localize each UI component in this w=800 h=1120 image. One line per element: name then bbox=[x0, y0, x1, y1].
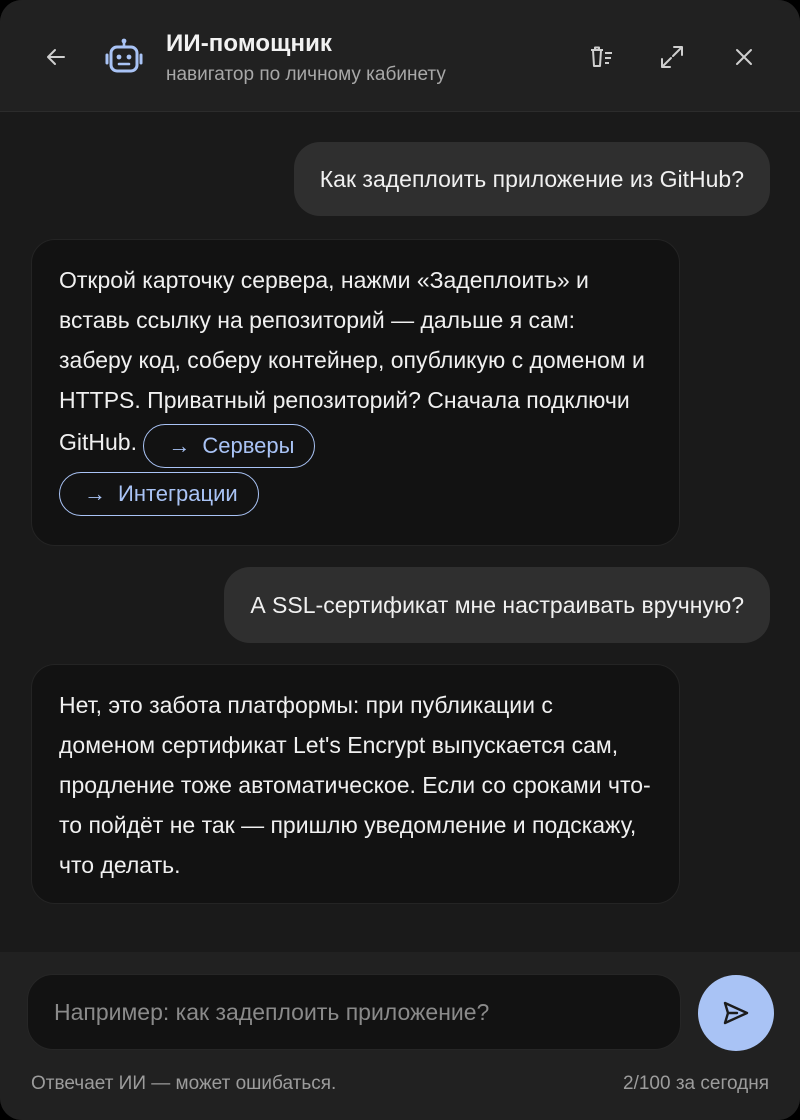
link-chip-integrations[interactable]: → Интеграции bbox=[59, 472, 259, 516]
close-icon bbox=[736, 49, 752, 65]
send-icon bbox=[723, 1001, 749, 1025]
assistant-message: Открой карточку сервера, нажми «Задеплои… bbox=[31, 239, 680, 546]
arrow-right-icon: → bbox=[168, 433, 191, 458]
ai-disclaimer: Отвечает ИИ — может ошибаться. bbox=[31, 1073, 337, 1094]
message-input-box[interactable] bbox=[27, 974, 681, 1050]
clear-history-button[interactable] bbox=[578, 35, 622, 79]
expand-icon bbox=[661, 46, 683, 68]
header: ИИ-помощник навигатор по личному кабинет… bbox=[0, 0, 800, 112]
message-text: А SSL-сертификат мне настраивать вручную… bbox=[250, 591, 744, 618]
link-chip-servers[interactable]: → Серверы bbox=[143, 424, 316, 468]
usage-counter: 2/100 за сегодня bbox=[623, 1073, 769, 1094]
message-input[interactable] bbox=[54, 998, 654, 1026]
assistant-subtitle: навигатор по личному кабинету bbox=[166, 64, 446, 85]
assistant-title: ИИ-помощник bbox=[166, 30, 333, 57]
send-button[interactable] bbox=[698, 975, 774, 1051]
message-text: Открой карточку сервера, нажми «Задеплои… bbox=[59, 267, 645, 456]
assistant-window: ИИ-помощник навигатор по личному кабинет… bbox=[0, 0, 800, 1120]
user-message: А SSL-сертификат мне настраивать вручную… bbox=[224, 567, 770, 643]
message-text: Как задеплоить приложение из GitHub? bbox=[319, 165, 744, 192]
clear-history-icon bbox=[591, 46, 612, 67]
close-button[interactable] bbox=[722, 35, 766, 79]
arrow-left-icon bbox=[47, 49, 65, 65]
robot-icon bbox=[103, 36, 145, 78]
expand-button[interactable] bbox=[650, 35, 694, 79]
assistant-message: Нет, это забота платформы: при публикаци… bbox=[31, 664, 680, 904]
composer: Отвечает ИИ — может ошибаться. 2/100 за … bbox=[0, 952, 800, 1120]
chip-label: Интеграции bbox=[118, 481, 238, 506]
chip-label: Серверы bbox=[202, 433, 295, 458]
back-button[interactable] bbox=[34, 35, 78, 79]
user-message: Как задеплоить приложение из GitHub? bbox=[293, 142, 770, 216]
chat-history[interactable]: Как задеплоить приложение из GitHub? Отк… bbox=[0, 112, 800, 952]
message-text: Нет, это забота платформы: при публикаци… bbox=[59, 692, 651, 878]
arrow-right-icon: → bbox=[84, 481, 106, 506]
